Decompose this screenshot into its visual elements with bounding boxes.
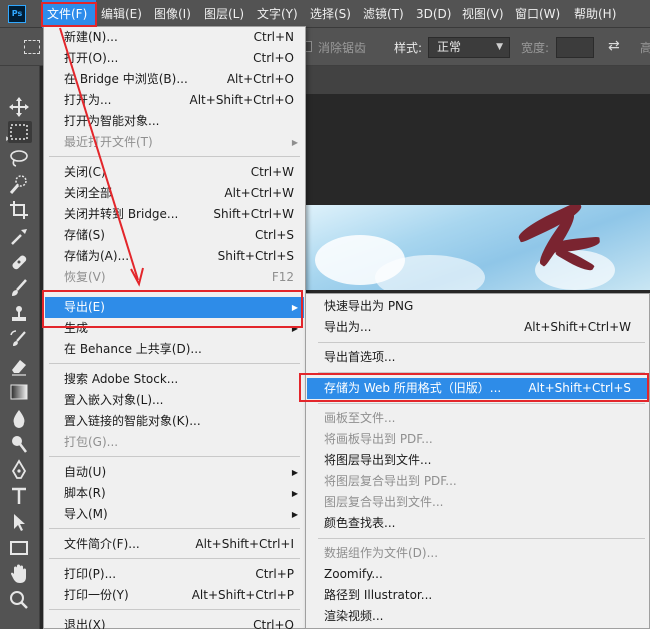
path-selection-tool-icon[interactable] (8, 511, 32, 533)
export-item-color-lookup[interactable]: 颜色查找表... (307, 513, 648, 534)
file-menu-item-close-goto-bridge[interactable]: 关闭并转到 Bridge... Shift+Ctrl+W (45, 204, 304, 225)
rectangle-tool-icon[interactable] (8, 537, 32, 559)
quick-selection-tool-icon[interactable] (8, 173, 32, 195)
menu-layer[interactable]: 图层(L) (204, 0, 244, 28)
document-tab-bar (300, 66, 650, 94)
file-menu-item-share-behance[interactable]: 在 Behance 上共享(D)... (45, 339, 304, 360)
type-tool-icon[interactable] (8, 485, 32, 507)
menu-help[interactable]: 帮助(H) (574, 0, 616, 28)
file-menu-item-save-as[interactable]: 存储为(A)... Shift+Ctrl+S (45, 246, 304, 267)
file-menu-item-open-as[interactable]: 打开为... Alt+Shift+Ctrl+O (45, 90, 304, 111)
file-menu-item-place-embedded[interactable]: 置入嵌入对象(L)... (45, 390, 304, 411)
export-item-artboards-to-pdf[interactable]: 将画板导出到 PDF... (307, 429, 648, 450)
file-menu-item-import[interactable]: 导入(M) ▶ (45, 504, 304, 525)
clone-stamp-tool-icon[interactable] (8, 303, 32, 325)
file-menu-item-automate[interactable]: 自动(U) ▶ (45, 462, 304, 483)
export-item-export-as[interactable]: 导出为... Alt+Shift+Ctrl+W (307, 317, 648, 338)
file-menu-item-package[interactable]: 打包(G)... (45, 432, 304, 453)
pen-tool-icon[interactable] (8, 459, 32, 481)
zoom-tool-icon[interactable] (8, 589, 32, 611)
export-item-quick-png[interactable]: 快速导出为 PNG (307, 296, 648, 317)
file-menu-item-new[interactable]: 新建(N)... Ctrl+N (45, 27, 304, 48)
dodge-tool-icon[interactable] (8, 433, 32, 455)
file-menu-item-close-all[interactable]: 关闭全部 Alt+Ctrl+W (45, 183, 304, 204)
menu-file[interactable]: 文件(F) (42, 0, 96, 28)
lasso-tool-icon[interactable] (8, 147, 32, 169)
rect-marquee-icon[interactable] (24, 40, 40, 54)
width-input[interactable] (556, 37, 594, 58)
healing-brush-tool-icon[interactable] (8, 251, 32, 273)
file-menu-item-print-one-copy[interactable]: 打印一份(Y) Alt+Shift+Ctrl+P (45, 585, 304, 606)
rect-marquee-tool-icon[interactable] (8, 121, 32, 143)
export-item-layer-comps-to-files[interactable]: 图层复合导出到文件... (307, 492, 648, 513)
menu-view[interactable]: 视图(V) (462, 0, 504, 28)
menu-3d[interactable]: 3D(D) (416, 0, 451, 28)
file-menu-item-save[interactable]: 存储(S) Ctrl+S (45, 225, 304, 246)
file-menu-item-close[interactable]: 关闭(C) Ctrl+W (45, 162, 304, 183)
brush-tool-icon[interactable] (8, 277, 32, 299)
file-menu-item-open-smart-object[interactable]: 打开为智能对象... (45, 111, 304, 132)
eyedropper-tool-icon[interactable] (8, 225, 32, 247)
blur-tool-icon[interactable] (8, 407, 32, 429)
file-menu-item-browse-bridge[interactable]: 在 Bridge 中浏览(B)... Alt+Ctrl+O (45, 69, 304, 90)
file-menu-item-scripts[interactable]: 脚本(R) ▶ (45, 483, 304, 504)
export-item-zoomify[interactable]: Zoomify... (307, 564, 648, 585)
file-menu-item-place-linked[interactable]: 置入链接的智能对象(K)... (45, 411, 304, 432)
submenu-arrow-icon: ▶ (291, 324, 298, 333)
file-menu-item-print[interactable]: 打印(P)... Ctrl+P (45, 564, 304, 585)
menu-edit[interactable]: 编辑(E) (101, 0, 142, 28)
menu-bar: Ps 文件(F) 编辑(E) 图像(I) 图层(L) 文字(Y) 选择(S) 滤… (0, 0, 650, 28)
file-menu-item-exit[interactable]: 退出(X) Ctrl+Q (45, 615, 304, 629)
export-item-preferences[interactable]: 导出首选项... (307, 347, 648, 368)
submenu-arrow-icon: ▶ (291, 303, 298, 312)
export-item-render-video[interactable]: 渲染视频... (307, 606, 648, 627)
document-image (305, 205, 650, 290)
submenu-arrow-icon: ▶ (291, 138, 298, 147)
submenu-arrow-icon: ▶ (291, 510, 298, 519)
file-menu-item-recent[interactable]: 最近打开文件(T) ▶ (45, 132, 304, 153)
width-label: 宽度: (521, 41, 550, 55)
eraser-tool-icon[interactable] (8, 355, 32, 377)
gradient-tool-icon[interactable] (8, 381, 32, 403)
crop-tool-icon[interactable] (8, 199, 32, 221)
export-submenu: 快速导出为 PNG 导出为... Alt+Shift+Ctrl+W 导出首选项..… (305, 293, 650, 629)
file-menu-item-search-stock[interactable]: 搜索 Adobe Stock... (45, 369, 304, 390)
file-menu-item-revert[interactable]: 恢复(V) F12 (45, 267, 304, 288)
menu-window[interactable]: 窗口(W) (515, 0, 560, 28)
submenu-arrow-icon: ▶ (291, 468, 298, 477)
export-item-data-sets[interactable]: 数据组作为文件(D)... (307, 543, 648, 564)
style-select[interactable]: 正常 ▼ (428, 37, 510, 58)
history-brush-tool-icon[interactable] (8, 329, 32, 351)
export-item-layer-comps-to-pdf[interactable]: 将图层复合导出到 PDF... (307, 471, 648, 492)
chevron-down-icon: ▼ (496, 42, 503, 52)
menu-select[interactable]: 选择(S) (310, 0, 351, 28)
hand-tool-icon[interactable] (8, 563, 32, 585)
menu-type[interactable]: 文字(Y) (257, 0, 298, 28)
export-item-artboards-to-files[interactable]: 画板至文件... (307, 408, 648, 429)
file-menu-item-open[interactable]: 打开(O)... Ctrl+O (45, 48, 304, 69)
menu-image[interactable]: 图像(I) (154, 0, 191, 28)
file-menu-item-file-info[interactable]: 文件简介(F)... Alt+Shift+Ctrl+I (45, 534, 304, 555)
style-label: 样式: (394, 41, 423, 55)
antialias-label: 消除锯齿 (318, 41, 367, 55)
export-item-save-for-web[interactable]: 存储为 Web 所用格式（旧版）... Alt+Shift+Ctrl+S (307, 378, 648, 399)
export-item-paths-to-illustrator[interactable]: 路径到 Illustrator... (307, 585, 648, 606)
file-menu-item-export[interactable]: 导出(E) ▶ (45, 297, 304, 318)
menu-filter[interactable]: 滤镜(T) (363, 0, 404, 28)
file-menu-item-generate[interactable]: 生成 ▶ (45, 318, 304, 339)
export-item-layers-to-files[interactable]: 将图层导出到文件... (307, 450, 648, 471)
swap-icon[interactable]: ⇄ (608, 38, 620, 54)
move-tool-icon[interactable] (8, 96, 32, 118)
file-menu: 新建(N)... Ctrl+N 打开(O)... Ctrl+O 在 Bridge 中… (43, 26, 306, 629)
style-select-value: 正常 (437, 40, 462, 54)
photoshop-logo: Ps (8, 5, 26, 23)
height-label: 高 (640, 41, 650, 55)
submenu-arrow-icon: ▶ (291, 489, 298, 498)
